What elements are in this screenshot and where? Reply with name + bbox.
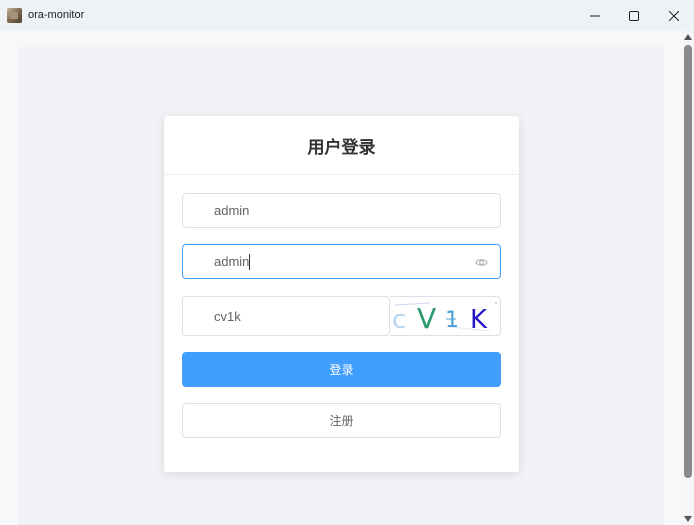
username-input[interactable] bbox=[214, 194, 464, 227]
captcha-char: K bbox=[470, 305, 488, 335]
eye-icon[interactable] bbox=[475, 256, 488, 269]
window-title: ora-monitor bbox=[28, 9, 85, 21]
login-title: 用户登录 bbox=[307, 137, 376, 158]
maximize-icon bbox=[629, 10, 639, 21]
login-card: 用户登录 c V 1 K 登录 注册 bbox=[164, 116, 519, 472]
scroll-down-arrow-icon[interactable] bbox=[684, 516, 692, 522]
minimize-button[interactable] bbox=[575, 0, 615, 31]
maximize-button[interactable] bbox=[614, 0, 654, 31]
captcha-field[interactable] bbox=[182, 296, 464, 336]
password-input[interactable] bbox=[214, 245, 464, 278]
close-button[interactable] bbox=[654, 0, 694, 31]
captcha-image[interactable]: c V 1 K bbox=[390, 296, 501, 336]
close-icon bbox=[669, 10, 679, 21]
captcha-char: 1 bbox=[445, 308, 459, 333]
minimize-icon bbox=[590, 15, 600, 16]
scroll-up-arrow-icon[interactable] bbox=[684, 34, 692, 40]
app-icon bbox=[7, 8, 22, 23]
login-button[interactable]: 登录 bbox=[182, 352, 501, 387]
scrollbar-thumb[interactable] bbox=[684, 45, 692, 478]
captcha-char: c bbox=[392, 305, 406, 335]
password-field[interactable] bbox=[182, 244, 501, 279]
register-button[interactable]: 注册 bbox=[182, 403, 501, 438]
login-card-header: 用户登录 bbox=[164, 116, 519, 175]
text-cursor bbox=[249, 254, 250, 270]
captcha-char: V bbox=[417, 302, 436, 335]
vertical-scrollbar[interactable] bbox=[682, 31, 694, 525]
username-field[interactable] bbox=[182, 193, 501, 228]
window-titlebar[interactable]: ora-monitor bbox=[0, 0, 694, 31]
